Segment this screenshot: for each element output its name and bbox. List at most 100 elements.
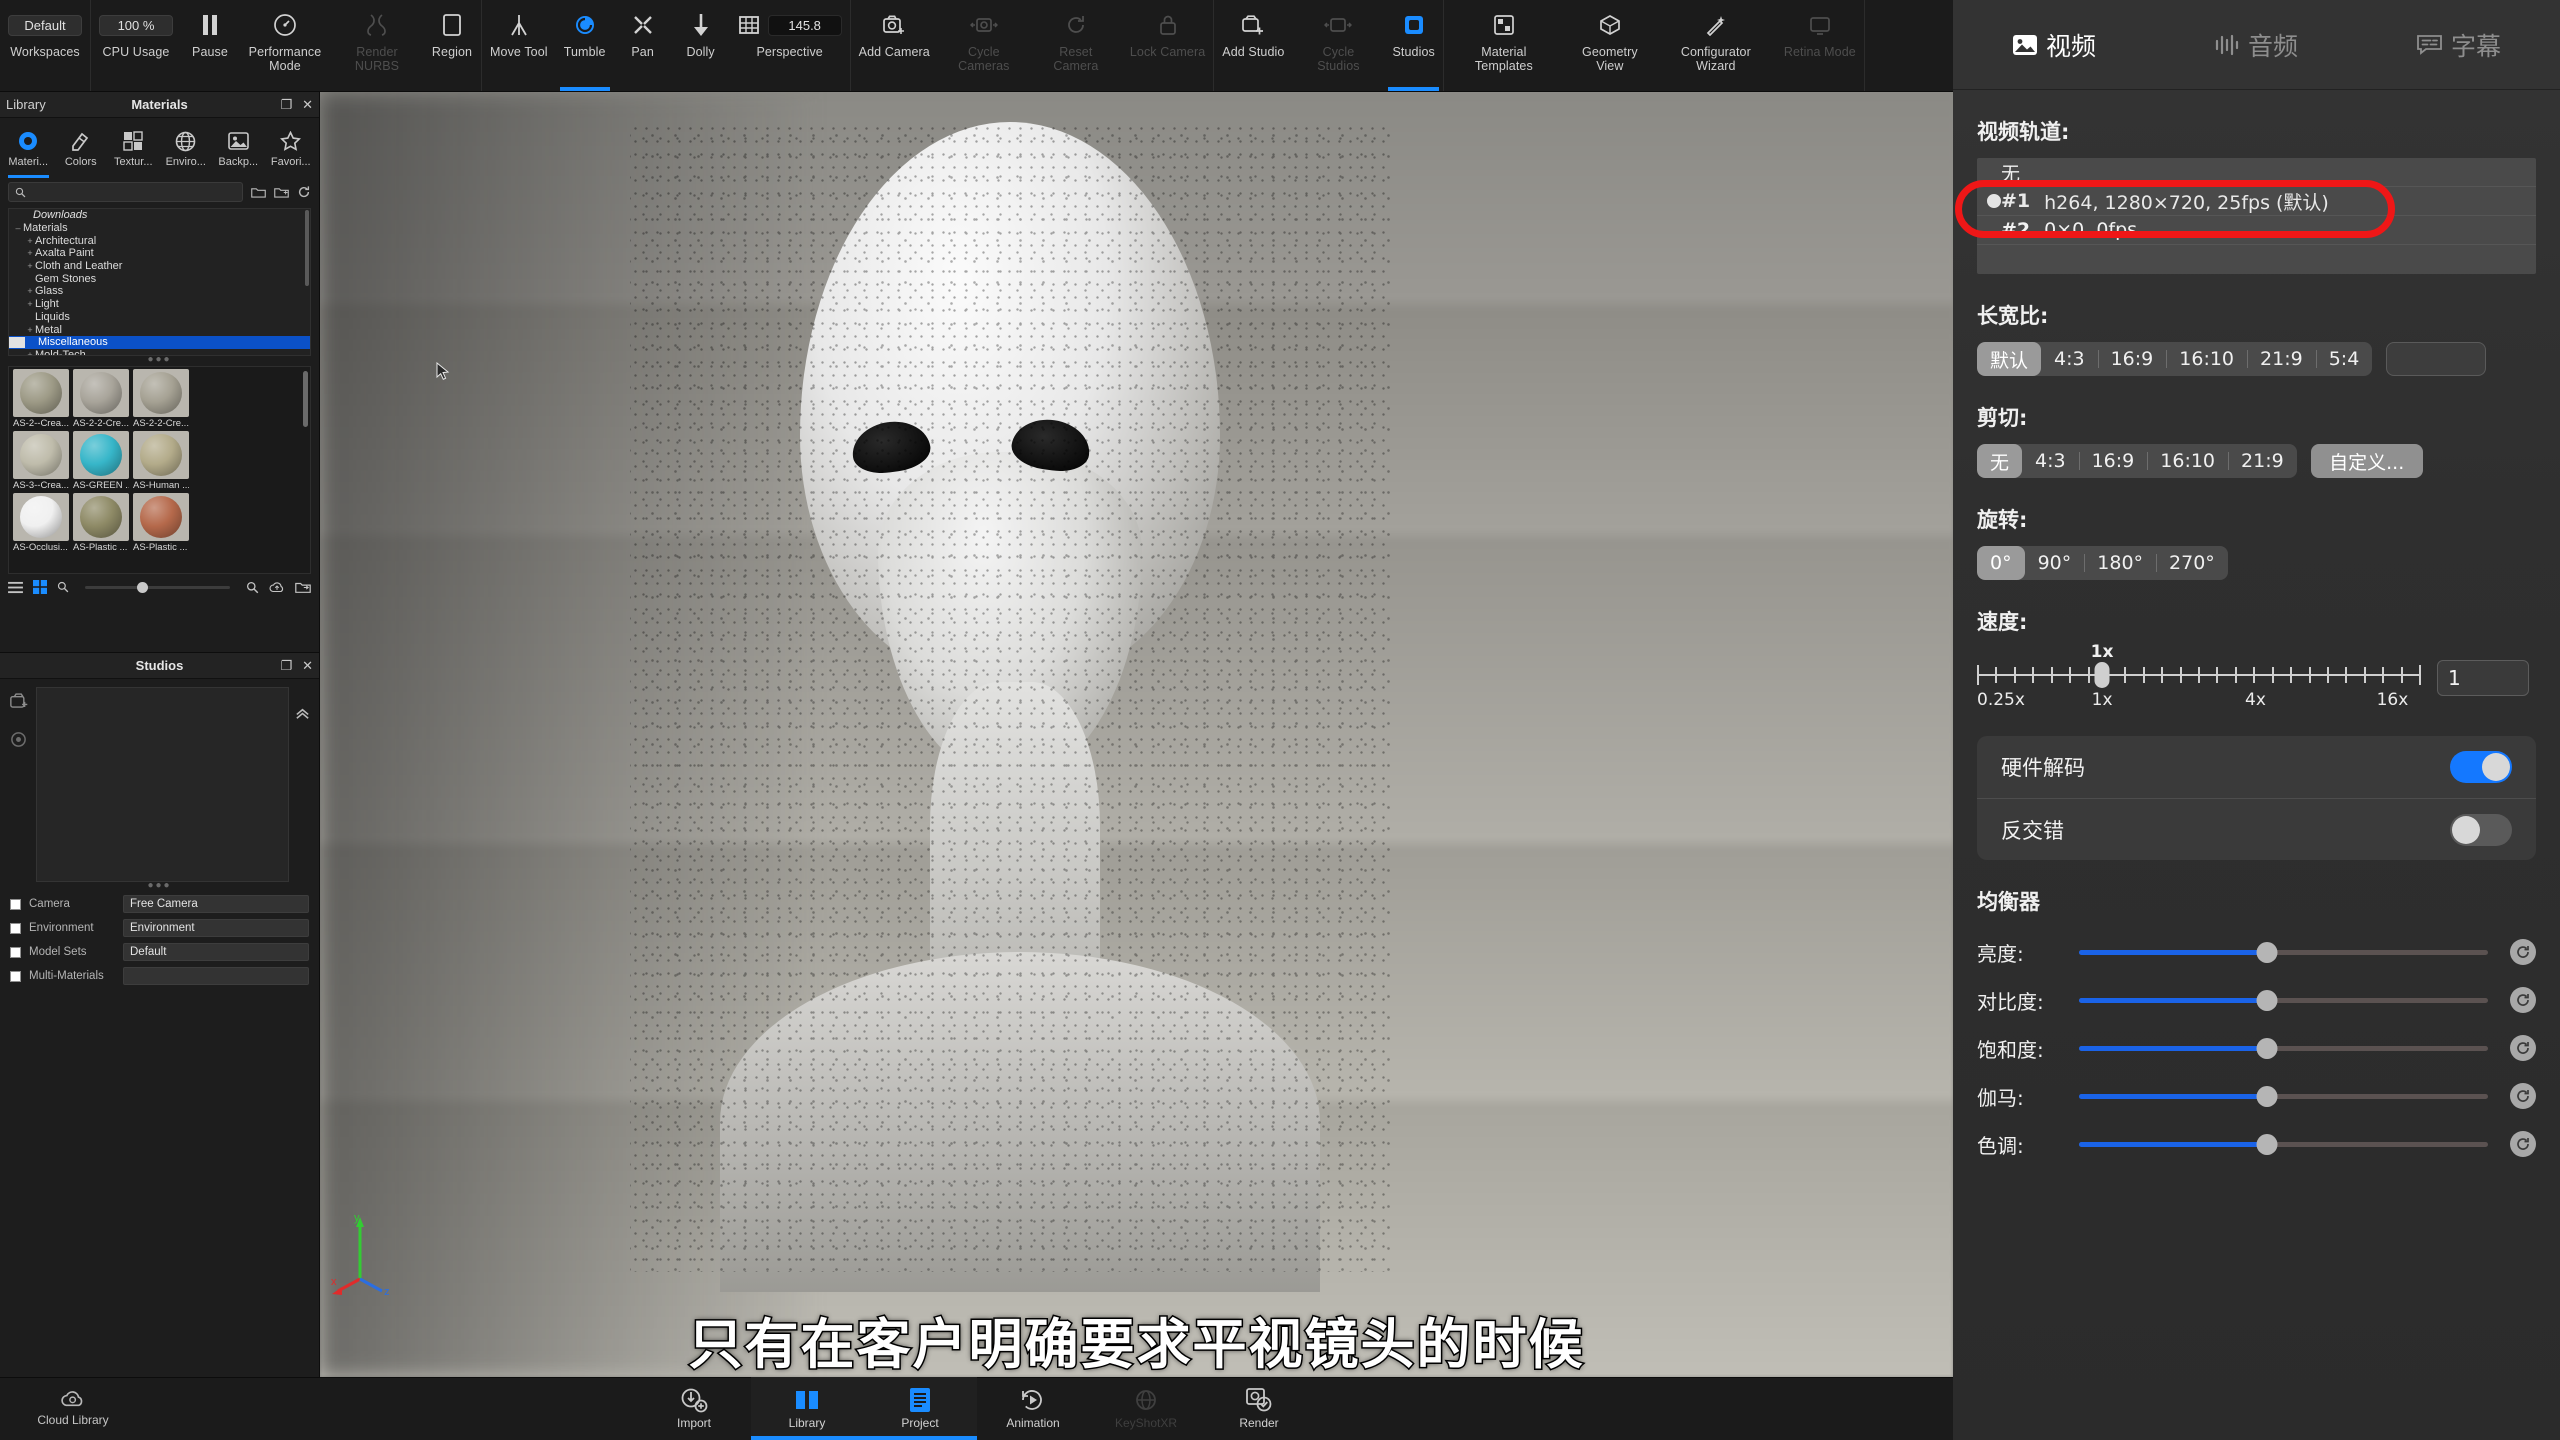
library-tab-backp[interactable]: Backp... (212, 118, 265, 178)
material-swatch[interactable]: AS-GREEN ... (73, 431, 129, 491)
toolbar-button-material-templates[interactable]: Material Templates (1444, 0, 1564, 91)
render-viewport[interactable]: y x z (320, 92, 1953, 1377)
panel-resize-grip[interactable]: ●●● (0, 356, 319, 366)
studios-preview-canvas[interactable] (36, 687, 289, 882)
search-field[interactable] (8, 182, 243, 202)
toolbar-button-dolly[interactable]: Dolly (672, 0, 730, 91)
search-input[interactable] (31, 186, 236, 198)
crop-option-219[interactable]: 21:9 (2228, 444, 2297, 478)
bottom-nav-animation[interactable]: Animation (977, 1377, 1090, 1440)
speed-slider-knob[interactable] (2095, 662, 2110, 688)
bottom-nav-library[interactable]: Library (751, 1377, 864, 1440)
crop-segmented-control[interactable]: 无4:316:916:1021:9 (1977, 444, 2297, 478)
aspect-option-[interactable]: 默认 (1977, 342, 2041, 376)
studio-property-value[interactable]: Environment (123, 919, 309, 937)
material-swatch[interactable]: AS-2--Crea... (13, 369, 69, 429)
toolbar-button-performance-mode[interactable]: Performance Mode (239, 0, 331, 91)
rotate-option-270[interactable]: 270° (2156, 546, 2228, 580)
rotate-option-180[interactable]: 180° (2084, 546, 2156, 580)
studio-property-value[interactable] (123, 967, 309, 985)
refresh-icon[interactable] (297, 185, 311, 199)
material-swatch-grid[interactable]: AS-2--Crea... AS-2-2-Cre... AS-2-2-Cre..… (8, 366, 311, 574)
tree-twisty-icon[interactable]: + (25, 248, 35, 258)
slider-knob[interactable] (137, 582, 148, 593)
crop-option-[interactable]: 无 (1977, 444, 2022, 478)
aspect-option-169[interactable]: 16:9 (2098, 342, 2167, 376)
toolbar-button-add-camera[interactable]: Add Camera (851, 0, 938, 91)
list-view-icon[interactable] (8, 581, 23, 594)
rotate-option-0[interactable]: 0° (1977, 546, 2025, 580)
bottom-nav-project[interactable]: Project (864, 1377, 977, 1440)
toolbar-button-pause[interactable]: Pause (181, 0, 239, 91)
studio-property-value[interactable]: Free Camera (123, 895, 309, 913)
float-window-icon[interactable]: ❐ (280, 658, 292, 674)
bottom-nav-import[interactable]: Import (638, 1377, 751, 1440)
tree-twisty-icon[interactable]: + (25, 261, 35, 271)
crop-custom-button[interactable]: 自定义... (2311, 444, 2423, 478)
tree-twisty-icon[interactable]: + (25, 286, 35, 296)
folder-open-icon[interactable] (251, 186, 266, 199)
material-swatch[interactable]: AS-2-2-Cre... (73, 369, 129, 429)
equalizer-slider[interactable] (2079, 998, 2488, 1003)
aspect-option-1610[interactable]: 16:10 (2166, 342, 2247, 376)
swatch-scrollbar[interactable] (303, 371, 308, 427)
material-swatch[interactable]: AS-Plastic ... (73, 493, 129, 553)
chevron-up-icon[interactable] (294, 705, 311, 722)
aspect-option-54[interactable]: 5:4 (2316, 342, 2373, 376)
speed-slider[interactable]: 1x 0.25x1x4x16x (1977, 648, 2419, 712)
equalizer-slider[interactable] (2079, 1094, 2488, 1099)
toolbar-button-perspective[interactable]: 145.8Perspective (730, 0, 850, 91)
zoom-in-icon[interactable] (246, 581, 259, 594)
reset-icon[interactable] (2510, 987, 2536, 1013)
toggle-switch[interactable] (2450, 751, 2512, 783)
material-swatch[interactable]: AS-3--Crea... (13, 431, 69, 491)
crop-option-1610[interactable]: 16:10 (2147, 444, 2228, 478)
tree-node-liquids[interactable]: Liquids (9, 311, 310, 324)
video-panel-tab-视频[interactable]: 视频 (2012, 27, 2096, 63)
library-tab-colors[interactable]: Colors (55, 118, 108, 178)
aspect-option-219[interactable]: 21:9 (2247, 342, 2316, 376)
focal-length-value[interactable]: 145.8 (768, 15, 842, 36)
add-studio-icon[interactable] (10, 693, 29, 709)
toolbar-button-region[interactable]: Region (423, 0, 481, 91)
reset-icon[interactable] (2510, 939, 2536, 965)
track-selected-radio[interactable] (1987, 194, 2001, 208)
tree-node-metal[interactable]: +Metal (9, 323, 310, 336)
video-track-list[interactable]: 无#1h264, 1280×720, 25fps (默认)#20×0, 0fps (1977, 158, 2536, 274)
rotate-segmented-control[interactable]: 0°90°180°270° (1977, 546, 2228, 580)
equalizer-slider[interactable] (2079, 950, 2488, 955)
video-panel-tab-音频[interactable]: 音频 (2214, 27, 2298, 63)
tree-node-light[interactable]: +Light (9, 298, 310, 311)
library-tab-materi[interactable]: Materi... (2, 118, 55, 178)
video-track-row[interactable]: #20×0, 0fps (1977, 216, 2536, 245)
tree-node-architectural[interactable]: +Architectural (9, 234, 310, 247)
library-tab-enviro[interactable]: Enviro... (160, 118, 213, 178)
cloud-upload-icon[interactable] (269, 581, 285, 594)
tree-twisty-icon[interactable]: + (25, 350, 35, 356)
grid-view-icon[interactable] (33, 580, 47, 594)
folder-import-icon[interactable] (295, 581, 311, 594)
studio-property-checkbox[interactable] (10, 899, 21, 910)
crop-option-169[interactable]: 16:9 (2079, 444, 2148, 478)
toolbar-button-add-studio[interactable]: Add Studio (1214, 0, 1292, 91)
equalizer-slider-knob[interactable] (2257, 1134, 2278, 1155)
cpu-pill-value[interactable]: 100 % (99, 15, 173, 36)
close-icon[interactable]: ✕ (302, 97, 313, 113)
toolbar-button-tumble[interactable]: Tumble (556, 0, 614, 91)
workspace-pill-value[interactable]: Default (8, 15, 82, 36)
studio-property-value[interactable]: Default (123, 943, 309, 961)
equalizer-slider-knob[interactable] (2257, 1038, 2278, 1059)
equalizer-slider-knob[interactable] (2257, 990, 2278, 1011)
toolbar-button-cpu-usage[interactable]: 100 %CPU Usage (91, 0, 181, 91)
library-tab-favori[interactable]: Favori... (265, 118, 318, 178)
studio-property-checkbox[interactable] (10, 947, 21, 958)
material-swatch[interactable]: AS-Occlusi... (13, 493, 69, 553)
video-track-row[interactable]: #1h264, 1280×720, 25fps (默认) (1977, 187, 2536, 216)
toolbar-button-workspaces[interactable]: DefaultWorkspaces (0, 0, 90, 91)
tree-node-cloth-and-leather[interactable]: +Cloth and Leather (9, 260, 310, 273)
tree-node-gem-stones[interactable]: Gem Stones (9, 272, 310, 285)
library-tab-textur[interactable]: Textur... (107, 118, 160, 178)
material-swatch[interactable]: AS-Human ... (133, 431, 189, 491)
tree-twisty-icon[interactable]: + (25, 236, 35, 246)
tree-node-mold-tech[interactable]: +Mold-Tech (9, 349, 310, 356)
